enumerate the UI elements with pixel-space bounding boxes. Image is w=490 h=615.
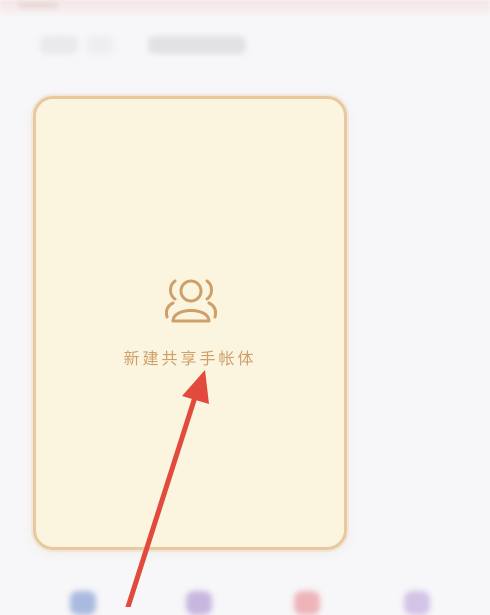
header-tab-3[interactable]	[148, 36, 246, 54]
new-shared-journal-card[interactable]: 新建共享手帐体	[33, 96, 347, 550]
pink-app-icon[interactable]	[294, 591, 320, 615]
users-group-icon	[165, 279, 217, 323]
card-label: 新建共享手帐体	[123, 349, 257, 368]
header-tab-2[interactable]	[86, 36, 114, 54]
header-bar	[0, 24, 490, 64]
top-status-strip	[0, 0, 490, 16]
violet-app-icon[interactable]	[404, 591, 430, 615]
blue-app-icon[interactable]	[70, 591, 96, 615]
header-tab-1[interactable]	[40, 36, 78, 54]
bottom-dock	[0, 585, 490, 615]
purple-app-icon[interactable]	[186, 591, 212, 615]
